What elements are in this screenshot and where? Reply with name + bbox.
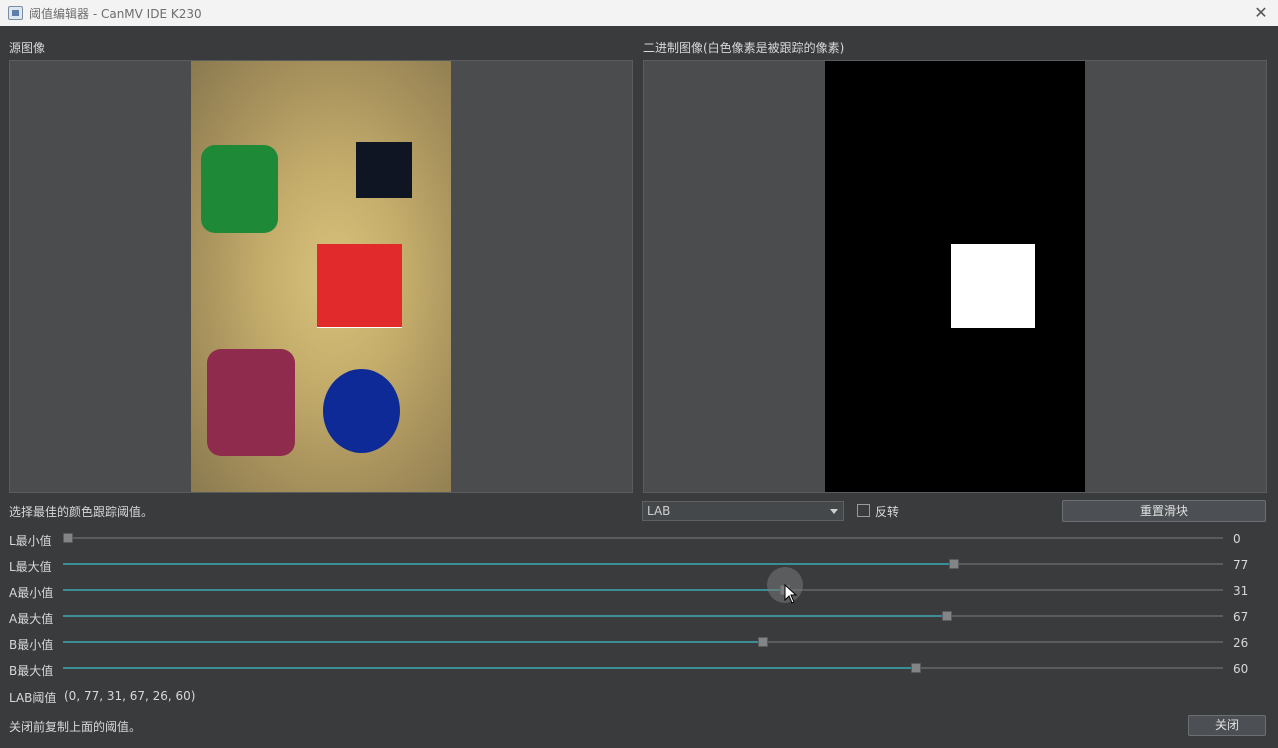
slider-value: 31 — [1233, 584, 1249, 598]
binary-image — [825, 61, 1085, 492]
slider-handle[interactable] — [63, 533, 73, 543]
threshold-slider[interactable] — [63, 609, 1223, 623]
chevron-down-icon — [830, 509, 838, 514]
mouse-pointer-icon — [784, 584, 798, 604]
slider-label: L最大值 — [9, 560, 52, 574]
slider-fill — [63, 667, 916, 669]
red-square-shape — [317, 244, 402, 328]
source-image — [191, 61, 451, 492]
reset-sliders-button[interactable]: 重置滑块 — [1062, 500, 1266, 522]
slider-handle[interactable] — [948, 559, 959, 569]
slider-label: L最小值 — [9, 534, 52, 548]
slider-fill — [63, 589, 786, 591]
slider-fill — [63, 615, 948, 617]
threshold-slider[interactable] — [63, 635, 1223, 649]
invert-label: 反转 — [875, 505, 900, 519]
invert-checkbox[interactable] — [857, 504, 870, 517]
slider-value: 67 — [1233, 610, 1249, 624]
slider-value: 60 — [1233, 662, 1249, 676]
instruction-text: 选择最佳的颜色跟踪阈值。 — [9, 505, 154, 519]
binary-image-label: 二进制图像(白色像素是被跟踪的像素) — [643, 41, 845, 55]
slider-label: B最小值 — [9, 638, 54, 652]
slider-label: A最小值 — [9, 586, 54, 600]
app-icon — [8, 6, 23, 20]
close-button[interactable]: 关闭 — [1188, 715, 1266, 736]
color-space-select[interactable]: LAB — [642, 501, 844, 521]
green-square-shape — [201, 145, 278, 233]
slider-value: 26 — [1233, 636, 1249, 650]
threshold-editor: 源图像 二进制图像(白色像素是被跟踪的像素) 选择最佳的颜色跟踪阈值。 LAB … — [0, 26, 1278, 748]
window-title: 阈值编辑器 - CanMV IDE K230 — [29, 7, 202, 21]
slider-fill — [63, 641, 763, 643]
close-icon[interactable]: ✕ — [1250, 2, 1272, 24]
slider-handle[interactable] — [910, 663, 921, 673]
binary-image-panel — [643, 60, 1267, 493]
slider-value: 0 — [1233, 532, 1241, 546]
blue-circle-shape — [323, 369, 400, 453]
slider-handle[interactable] — [757, 637, 768, 647]
source-image-panel — [9, 60, 633, 493]
tracked-pixels-blob — [951, 244, 1035, 328]
slider-label: B最大值 — [9, 664, 54, 678]
threshold-label: LAB阈值 — [9, 691, 57, 705]
threshold-slider[interactable] — [63, 557, 1223, 571]
slider-value: 77 — [1233, 558, 1249, 572]
magenta-square-shape — [207, 349, 295, 456]
slider-label: A最大值 — [9, 612, 54, 626]
threshold-slider[interactable] — [63, 583, 1223, 597]
color-space-value: LAB — [647, 504, 671, 518]
title-bar: 阈值编辑器 - CanMV IDE K230 ✕ — [0, 0, 1278, 26]
slider-groove — [63, 537, 1223, 539]
threshold-value: (0, 77, 31, 67, 26, 60) — [64, 689, 196, 703]
slider-fill — [63, 563, 954, 565]
threshold-slider[interactable] — [63, 531, 1223, 545]
slider-handle[interactable] — [942, 611, 953, 621]
footer-note: 关闭前复制上面的阈值。 — [9, 720, 142, 734]
black-square-shape — [356, 142, 412, 198]
threshold-slider[interactable] — [63, 661, 1223, 675]
source-image-label: 源图像 — [9, 41, 46, 55]
